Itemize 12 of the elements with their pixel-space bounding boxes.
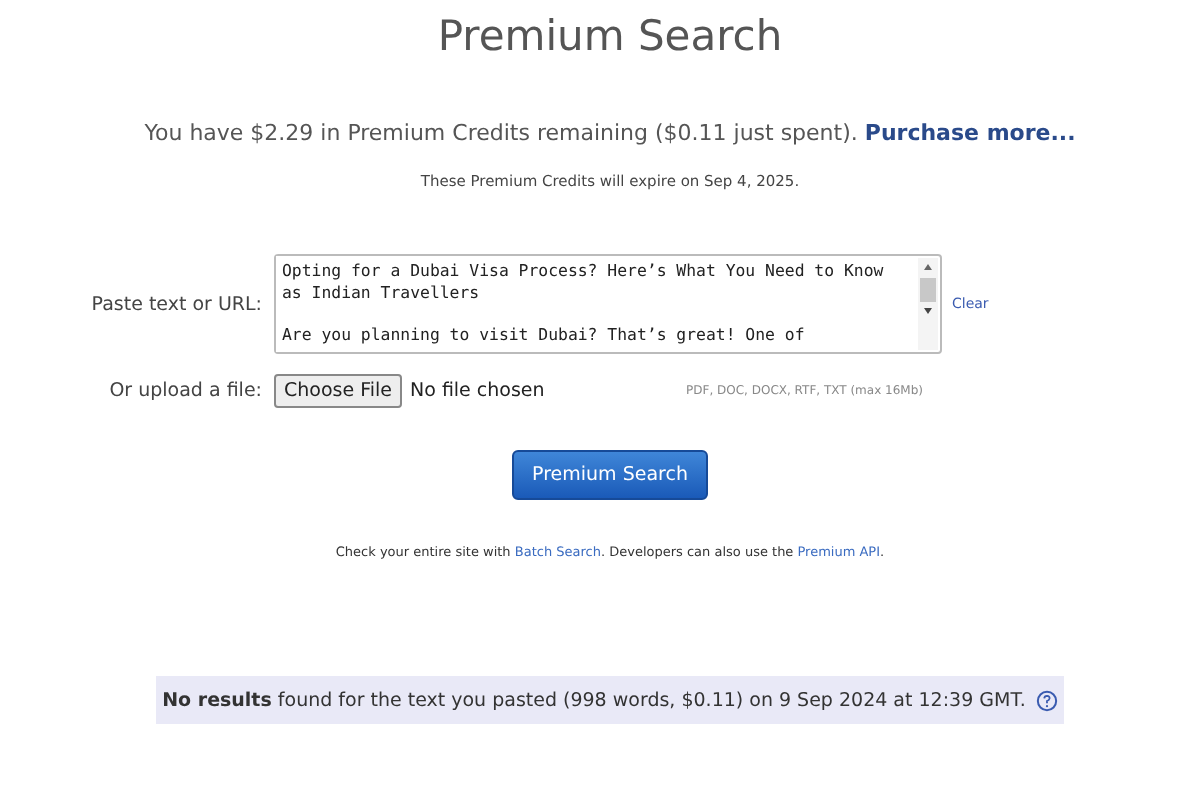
scrollbar[interactable] (918, 258, 938, 350)
upload-label: Or upload a file: (107, 380, 264, 402)
result-message: No results found for the text you pasted (998 words, $0.11) on 9 Sep 2024 at 12:39 GMT. (162, 689, 1026, 711)
file-status: No file chosen (410, 380, 545, 402)
text-area-field[interactable]: Opting for a Dubai Visa Process? Here’s What You Need to Know as Indian Travellers Are you planning to visit Dubai? That’s great! One of (274, 254, 942, 354)
paste-label: Paste text or URL: (89, 293, 264, 315)
choose-file-button[interactable]: Choose File (274, 374, 402, 408)
premium-search-button[interactable]: Premium Search (512, 450, 708, 500)
purchase-link[interactable]: Purchase more... (864, 120, 1076, 146)
page-title: Premium Search (437, 12, 783, 60)
credits-message: You have $2.29 in Premium Credits remaining ($0.11 just spent). Purchase more... (144, 120, 1076, 146)
help-icon[interactable] (1035, 689, 1058, 711)
